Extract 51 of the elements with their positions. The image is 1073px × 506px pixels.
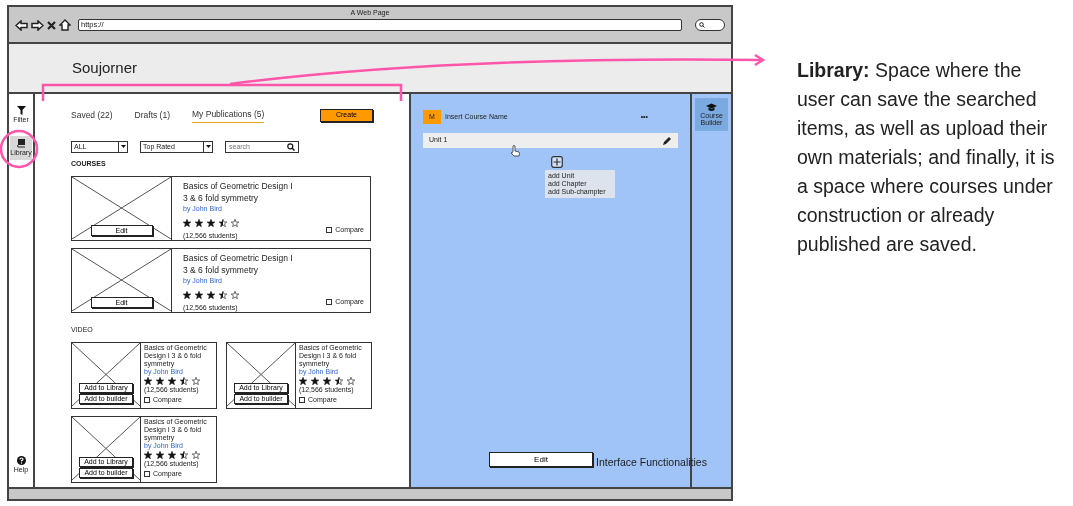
star-icon	[299, 376, 307, 385]
star-icon	[335, 376, 343, 385]
hand-cursor-icon	[509, 144, 521, 158]
graduation-cap-icon	[706, 103, 717, 112]
star-icon	[192, 376, 200, 385]
star-icon	[195, 290, 203, 299]
star-icon	[195, 218, 203, 227]
star-icon	[144, 450, 152, 459]
course-subtitle: 3 & 6 fold symmetry	[183, 264, 260, 277]
close-icon[interactable]	[47, 20, 56, 30]
course-title: Basics of Geometric Design I	[183, 252, 294, 265]
filter-icon	[16, 106, 26, 115]
star-icon	[168, 376, 176, 385]
star-icon	[180, 376, 188, 385]
star-icon	[156, 450, 164, 459]
browser-search-field[interactable]	[695, 19, 725, 31]
star-icon	[323, 376, 331, 385]
star-icon	[311, 376, 319, 385]
search-icon	[287, 142, 295, 151]
plus-icon[interactable]	[551, 156, 563, 168]
star-icon	[183, 290, 191, 299]
help-icon	[16, 455, 26, 465]
tab[interactable]: Saved (22)	[71, 108, 113, 123]
tab[interactable]: My Publications (5)	[192, 108, 265, 123]
star-icon	[231, 218, 239, 227]
star-icon	[347, 376, 355, 385]
star-icon	[192, 450, 200, 459]
star-icon	[168, 450, 176, 459]
star-icon	[180, 450, 188, 459]
back-icon[interactable]	[15, 19, 28, 31]
star-icon	[219, 218, 227, 227]
star-icon	[144, 376, 152, 385]
forward-icon[interactable]	[31, 19, 44, 31]
pencil-icon[interactable]	[662, 135, 672, 146]
caret-icon	[205, 145, 211, 149]
star-icon	[207, 290, 215, 299]
star-icon	[207, 218, 215, 227]
tab[interactable]: Drafts (1)	[134, 108, 170, 123]
book-icon	[16, 137, 26, 148]
course-title: Basics of Geometric Design I	[183, 180, 294, 193]
app-title: Soujorner	[72, 57, 138, 78]
star-icon	[219, 290, 227, 299]
course-subtitle: 3 & 6 fold symmetry	[183, 192, 260, 205]
search-icon	[699, 22, 705, 28]
star-icon	[183, 218, 191, 227]
star-icon	[231, 290, 239, 299]
caret-icon	[120, 145, 126, 149]
edit-button[interactable]: Edit	[489, 452, 593, 467]
star-icon	[156, 376, 164, 385]
home-icon[interactable]	[59, 19, 71, 31]
annotation-text: Library: Space where the user can save the searched items, as well as upload their own materials; and finally, it is a space where courses under construction or already published are saved.	[797, 58, 1056, 257]
